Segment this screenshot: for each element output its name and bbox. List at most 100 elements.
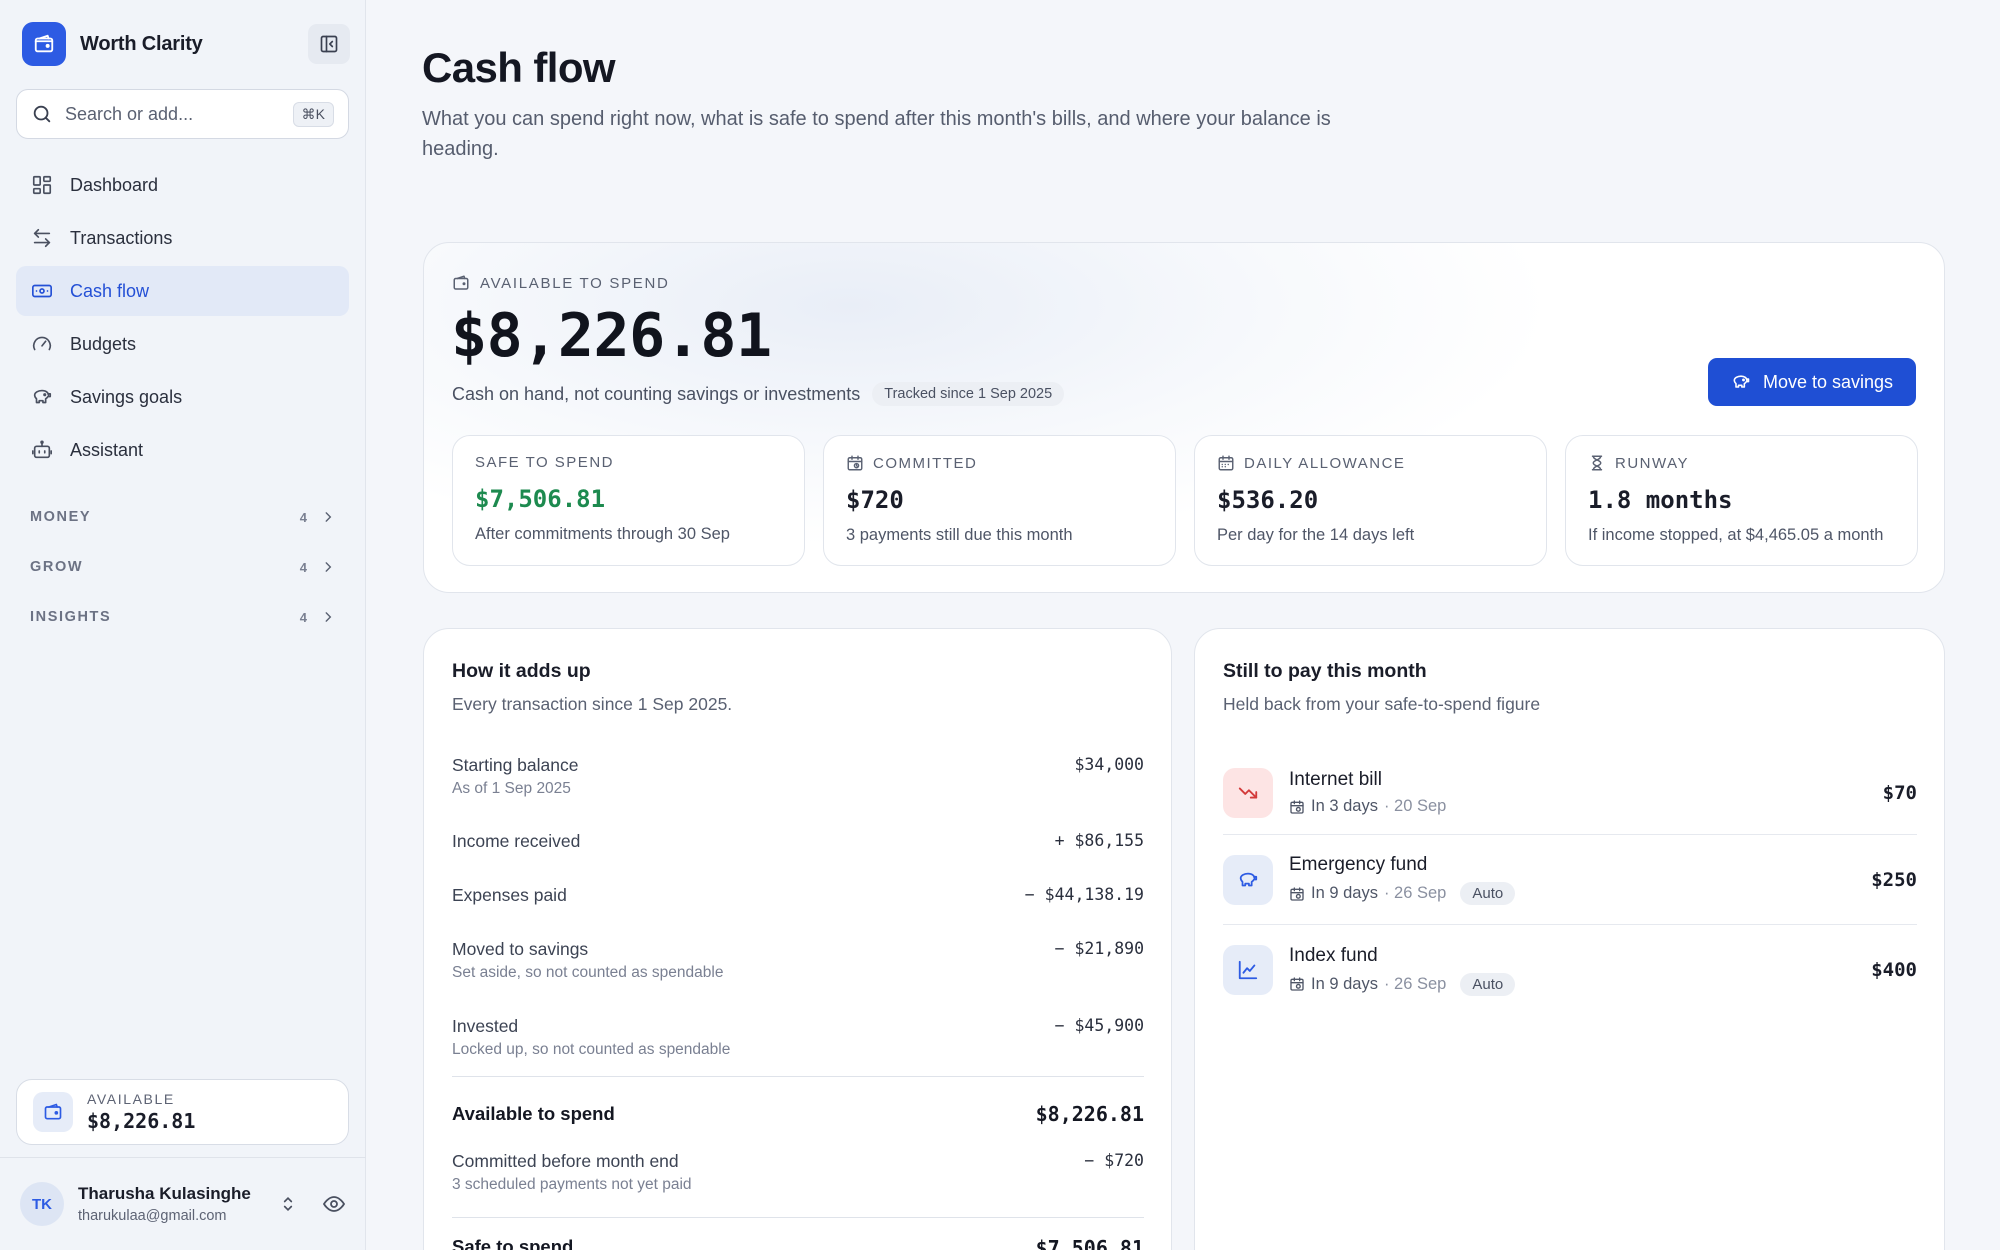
bill-date: · 26 Sep bbox=[1383, 974, 1447, 993]
stat-daily-allowance: DAILY ALLOWANCE $536.20 Per day for the … bbox=[1194, 435, 1547, 566]
bill-date: · 26 Sep bbox=[1383, 884, 1447, 902]
nav-group-label: INSIGHTS bbox=[30, 609, 112, 625]
ledger-label: Expenses paid bbox=[452, 885, 567, 905]
stat-label: COMMITTED bbox=[873, 454, 978, 472]
brand[interactable]: Worth Clarity bbox=[22, 22, 203, 66]
nav-group-count: 4 bbox=[299, 609, 307, 625]
stat-description: If income stopped, at $4,465.05 a month bbox=[1588, 526, 1884, 544]
calendar-clock-icon bbox=[846, 454, 864, 472]
available-to-spend-card: AVAILABLE TO SPEND $8,226.81 Cash on han… bbox=[423, 242, 1945, 593]
sidebar-item-savings-goals[interactable]: Savings goals bbox=[16, 372, 349, 422]
ledger-label: Committed before month end bbox=[452, 1151, 679, 1171]
nav-group-count: 4 bbox=[299, 509, 307, 525]
bill-amount: $400 bbox=[1871, 959, 1917, 981]
bills-list: Internet bill In 3 days · 20 Sep $70 Eme… bbox=[1223, 751, 1917, 1015]
bill-item-index-fund[interactable]: Index fund In 9 days · 26 Sep Auto $400 bbox=[1223, 925, 1917, 1015]
bill-name: Emergency fund bbox=[1289, 854, 1428, 875]
user-email: tharukulaa@gmail.com bbox=[78, 1208, 227, 1224]
user-name: Tharusha Kulasinghe bbox=[78, 1184, 251, 1203]
available-summary-card[interactable]: AVAILABLE $8,226.81 bbox=[16, 1079, 349, 1145]
ledger-value: $7,506.81 bbox=[1035, 1236, 1144, 1250]
stat-value: $536.20 bbox=[1217, 486, 1319, 514]
ledger: Starting balance As of 1 Sep 2025 $34,000… bbox=[452, 755, 1144, 1250]
wallet-logo-icon bbox=[22, 22, 66, 66]
stat-description: After commitments through 30 Sep bbox=[475, 525, 730, 543]
calendar-clock-icon bbox=[1289, 886, 1305, 902]
bill-name: Index fund bbox=[1289, 944, 1378, 966]
ledger-row-income: Income received + $86,155 bbox=[452, 831, 1144, 885]
sidebar-item-label: Savings goals bbox=[70, 386, 183, 407]
trend-down-icon bbox=[1223, 767, 1273, 818]
ledger-row-moved-to-savings: Moved to savings Set aside, so not counte… bbox=[452, 939, 1144, 1016]
nav-group-label: MONEY bbox=[30, 509, 92, 525]
main-content: Cash flow What you can spend right now, … bbox=[367, 0, 2000, 1250]
chevron-up-down-icon[interactable] bbox=[278, 1194, 298, 1214]
sidebar-item-label: Cash flow bbox=[70, 280, 150, 301]
stat-label: SAFE TO SPEND bbox=[475, 454, 614, 471]
chevron-right-icon bbox=[325, 562, 332, 572]
bill-due: In 9 days bbox=[1311, 974, 1378, 993]
ledger-value: − $21,890 bbox=[1054, 939, 1144, 958]
sidebar-item-label: Assistant bbox=[70, 439, 144, 460]
ledger-sublabel: Set aside, so not counted as spendable bbox=[452, 964, 724, 981]
search-input[interactable]: Search or add... ⌘K bbox=[16, 89, 349, 139]
stat-label: RUNWAY bbox=[1615, 454, 1689, 472]
ledger-label: Safe to spend bbox=[452, 1236, 574, 1250]
sidebar-item-assistant[interactable]: Assistant bbox=[16, 425, 349, 475]
move-to-savings-button[interactable]: Move to savings bbox=[1708, 358, 1916, 406]
ledger-value: − $45,900 bbox=[1054, 1016, 1144, 1035]
collapse-sidebar-button[interactable] bbox=[308, 24, 350, 64]
bill-item-emergency-fund[interactable]: Emergency fund In 9 days · 26 Sep Auto $… bbox=[1223, 835, 1917, 925]
stat-safe-to-spend: SAFE TO SPEND $7,506.81 After commitment… bbox=[452, 435, 805, 566]
nav-group-grow[interactable]: GROW 4 bbox=[16, 542, 349, 592]
page-title: Cash flow bbox=[422, 44, 616, 91]
available-label: AVAILABLE bbox=[87, 1091, 175, 1107]
move-to-savings-label: Move to savings bbox=[1762, 371, 1894, 392]
nav-group-insights[interactable]: INSIGHTS 4 bbox=[16, 592, 349, 642]
grid-icon bbox=[30, 173, 54, 197]
ledger-row-starting-balance: Starting balance As of 1 Sep 2025 $34,000 bbox=[452, 755, 1144, 831]
card-title: How it adds up bbox=[452, 660, 591, 682]
auto-badge: Auto bbox=[1460, 882, 1516, 905]
panel-collapse-icon bbox=[320, 35, 338, 53]
stat-value: $720 bbox=[846, 486, 904, 514]
sidebar-item-transactions[interactable]: Transactions bbox=[16, 213, 349, 263]
ledger-sublabel: 3 scheduled payments not yet paid bbox=[452, 1176, 692, 1193]
eye-icon[interactable] bbox=[322, 1192, 346, 1216]
user-profile[interactable]: TK Tharusha Kulasinghe tharukulaa@gmail.… bbox=[0, 1157, 366, 1250]
robot-icon bbox=[30, 438, 54, 462]
ledger-row-committed: Committed before month end 3 scheduled pa… bbox=[452, 1151, 1144, 1209]
chevron-right-icon bbox=[325, 512, 332, 522]
hero-label: AVAILABLE TO SPEND bbox=[480, 274, 670, 292]
stat-value: 1.8 months bbox=[1588, 486, 1733, 514]
piggy-bank-icon bbox=[30, 385, 54, 409]
hero-amount: $8,226.81 bbox=[451, 301, 772, 371]
bill-due: In 3 days bbox=[1311, 797, 1378, 815]
sidebar-item-budgets[interactable]: Budgets bbox=[16, 319, 349, 369]
ledger-row-available: Available to spend $8,226.81 bbox=[452, 1077, 1144, 1151]
ledger-value: $34,000 bbox=[1074, 755, 1144, 774]
nav-group-money[interactable]: MONEY 4 bbox=[16, 492, 349, 542]
piggy-bank-icon bbox=[1731, 372, 1751, 392]
auto-badge: Auto bbox=[1460, 972, 1516, 996]
sidebar-item-label: Budgets bbox=[70, 333, 137, 354]
page-subtitle: What you can spend right now, what is sa… bbox=[422, 108, 1331, 160]
sidebar-item-label: Transactions bbox=[70, 227, 173, 248]
stat-description: 3 payments still due this month bbox=[846, 526, 1073, 544]
ledger-sublabel: As of 1 Sep 2025 bbox=[452, 780, 571, 797]
ledger-label: Invested bbox=[452, 1016, 519, 1036]
ledger-row-invested: Invested Locked up, so not counted as spe… bbox=[452, 1016, 1144, 1068]
bill-item-internet[interactable]: Internet bill In 3 days · 20 Sep $70 bbox=[1223, 751, 1917, 835]
sidebar-item-dashboard[interactable]: Dashboard bbox=[16, 160, 349, 210]
avatar: TK bbox=[20, 1182, 64, 1226]
calendar-clock-icon bbox=[1289, 799, 1305, 815]
bill-name: Internet bill bbox=[1289, 769, 1382, 790]
nav-group-count: 4 bbox=[299, 559, 307, 575]
stat-label: DAILY ALLOWANCE bbox=[1244, 454, 1406, 472]
hourglass-icon bbox=[1588, 454, 1606, 472]
sidebar-item-cash-flow[interactable]: Cash flow bbox=[16, 266, 349, 316]
ledger-value: − $720 bbox=[1084, 1151, 1144, 1170]
calendar-clock-icon bbox=[1289, 976, 1305, 992]
tracked-since-badge: Tracked since 1 Sep 2025 bbox=[872, 382, 1065, 406]
ledger-label: Income received bbox=[452, 831, 581, 851]
